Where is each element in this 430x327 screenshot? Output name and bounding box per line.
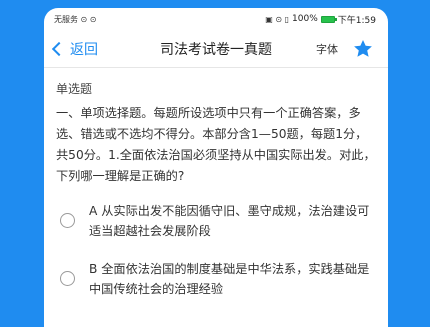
- option-a[interactable]: A 从实际出发不能因循守旧、墨守成规，法治建设可适当超越社会发展阶段: [56, 201, 378, 241]
- option-b-text: B 全面依法治国的制度基础是中华法系，实践基础是中国传统社会的治理经验: [89, 262, 370, 296]
- option-list: A 从实际出发不能因循守旧、墨守成规，法治建设可适当超越社会发展阶段 B 全面依…: [56, 201, 378, 299]
- status-right: ▣ ⊙ ▯ 100% 下午1:59: [265, 13, 376, 26]
- question-text: 一、单项选择题。每题所设选项中只有一个正确答案，多选、错选或不选均不得分。本部分…: [56, 106, 376, 183]
- status-time: 下午1:59: [337, 15, 376, 26]
- back-button[interactable]: 返回: [51, 39, 98, 59]
- status-bar: 无服务 ⊙ ⊙ ▣ ⊙ ▯ 100% 下午1:59: [44, 8, 388, 30]
- star-icon: [354, 40, 372, 57]
- option-a-text: A 从实际出发不能因循守旧、墨守成规，法治建设可适当超越社会发展阶段: [89, 204, 370, 238]
- back-label: 返回: [70, 41, 98, 58]
- carrier-status: 无服务 ⊙ ⊙: [54, 14, 97, 24]
- question-content: 单选题 一、单项选择题。每题所设选项中只有一个正确答案，多选、错选或不选均不得分…: [44, 68, 388, 299]
- status-icons: ▣ ⊙ ▯: [265, 14, 290, 24]
- radio-button-a[interactable]: [60, 213, 75, 228]
- chevron-left-icon: [51, 41, 67, 56]
- phone-screen: 无服务 ⊙ ⊙ ▣ ⊙ ▯ 100% 下午1:59 返回 司法考试卷一真题 字体…: [44, 8, 388, 327]
- font-size-button[interactable]: 字体: [316, 41, 338, 57]
- status-left: 无服务 ⊙ ⊙: [54, 14, 97, 25]
- nav-bar: 返回 司法考试卷一真题 字体: [44, 30, 388, 68]
- battery-icon: [320, 15, 337, 23]
- battery-percent: 100%: [292, 14, 318, 24]
- question-type-label: 单选题: [56, 82, 93, 96]
- favorite-button[interactable]: [352, 38, 374, 64]
- radio-button-b[interactable]: [60, 271, 75, 286]
- option-b[interactable]: B 全面依法治国的制度基础是中华法系，实践基础是中国传统社会的治理经验: [56, 259, 378, 299]
